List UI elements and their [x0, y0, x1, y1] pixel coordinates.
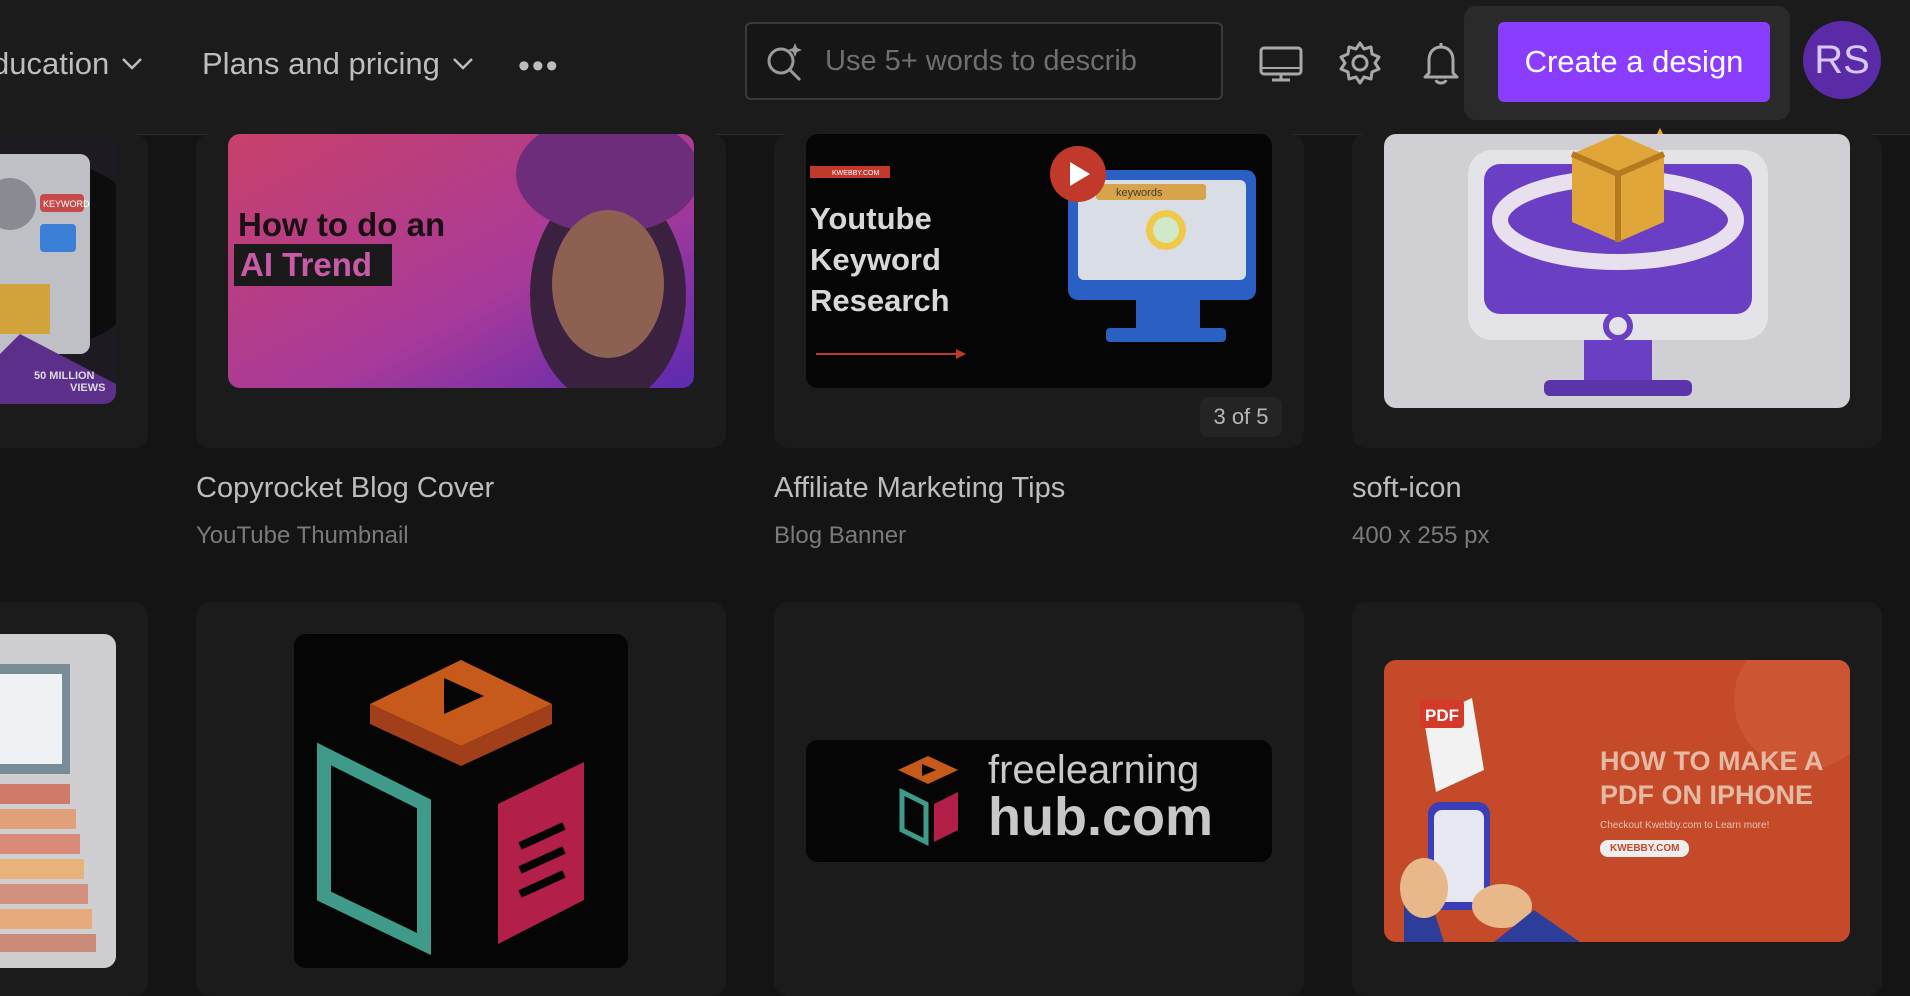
magic-search-icon — [767, 43, 802, 82]
design-card[interactable] — [196, 602, 726, 996]
search-bar[interactable] — [745, 22, 1223, 100]
gear-icon[interactable] — [1337, 40, 1383, 86]
pdf-icon-label: PDF — [1425, 706, 1459, 725]
keyword-thumbnail-art: KEYWORD 50 MILLION VIEWS — [0, 154, 116, 404]
design-card[interactable] — [1352, 134, 1882, 448]
pdf-heading-line1: HOW TO MAKE A — [1600, 746, 1824, 776]
design-card[interactable]: freelearning hub.com — [774, 602, 1304, 996]
design-thumbnail: PDF HOW TO MAKE A PDF ON IPHONE Checkout… — [1384, 660, 1850, 942]
design-thumbnail: KWEBBY.COM Youtube Keyword Research keyw… — [806, 134, 1272, 388]
page-count-badge: 3 of 5 — [1200, 397, 1282, 437]
search-input[interactable] — [823, 43, 1207, 79]
nav-plans-and-pricing[interactable]: Plans and pricing — [202, 44, 474, 84]
design-card[interactable]: How to do an AI Trend — [196, 134, 726, 448]
thumb-title-line3: Research — [810, 283, 950, 318]
design-thumbnail — [1384, 134, 1850, 408]
logo-text-line2: hub.com — [988, 787, 1213, 847]
thumb-title-line1: How to do an — [238, 206, 445, 243]
bell-icon[interactable] — [1418, 40, 1464, 86]
ai-trend-thumbnail-art: How to do an AI Trend — [228, 134, 694, 388]
thumb-title-line1: Youtube — [810, 201, 932, 236]
thumb-title-line2: AI Trend — [240, 246, 372, 283]
top-navigation-bar: ducation Plans and pricing ••• Create a … — [0, 0, 1910, 135]
pdf-heading-line2: PDF ON IPHONE — [1600, 780, 1814, 810]
cube-logo-art — [317, 660, 584, 956]
pdf-site-tag: KWEBBY.COM — [1600, 840, 1690, 857]
pdf-subtext: Checkout Kwebby.com to Learn more! — [1600, 820, 1770, 831]
card-title[interactable]: Affiliate Marketing Tips — [774, 472, 1065, 505]
design-thumbnail — [0, 634, 116, 968]
thumb-site-tag: KWEBBY.COM — [832, 170, 879, 177]
design-thumbnail: freelearning hub.com — [806, 740, 1272, 862]
design-thumbnail: How to do an AI Trend — [228, 134, 694, 388]
card-title[interactable]: Copyrocket Blog Cover — [196, 472, 494, 505]
design-card-partial[interactable] — [0, 602, 148, 996]
design-thumbnail: KEYWORD 50 MILLION VIEWS — [0, 134, 116, 404]
card-subtitle: 400 x 255 px — [1352, 522, 1490, 549]
soft-icon-thumbnail-art — [1468, 134, 1768, 396]
create-a-design-button[interactable]: Create a design — [1498, 22, 1770, 102]
thumb-views-text-2: VIEWS — [70, 382, 105, 394]
nav-education[interactable]: ducation — [0, 44, 143, 84]
avatar[interactable]: RS — [1803, 21, 1881, 99]
more-menu-button[interactable]: ••• — [518, 46, 560, 86]
thumb-title-line2: Keyword — [810, 242, 941, 277]
books-thumbnail-art — [0, 664, 96, 952]
keyword-research-thumbnail-art: KWEBBY.COM Youtube Keyword Research keyw… — [810, 146, 1256, 359]
card-subtitle: YouTube Thumbnail — [196, 522, 409, 549]
nav-education-label: ducation — [0, 46, 110, 81]
design-thumbnail — [294, 634, 628, 968]
thumb-views-text-1: 50 MILLION — [34, 370, 95, 382]
design-card[interactable]: PDF HOW TO MAKE A PDF ON IPHONE Checkout… — [1352, 602, 1882, 996]
card-title[interactable]: soft-icon — [1352, 472, 1462, 505]
nav-plans-label: Plans and pricing — [202, 46, 440, 81]
thumb-keyword-text: KEYWORD — [43, 199, 90, 209]
design-card[interactable]: KWEBBY.COM Youtube Keyword Research keyw… — [774, 134, 1304, 448]
card-subtitle: Blog Banner — [774, 522, 907, 549]
monitor-icon[interactable] — [1258, 40, 1304, 86]
chevron-down-icon — [122, 58, 143, 70]
thumb-search-word: keywords — [1116, 187, 1163, 199]
design-card-partial[interactable]: KEYWORD 50 MILLION VIEWS — [0, 134, 148, 448]
chevron-down-icon — [452, 58, 473, 70]
